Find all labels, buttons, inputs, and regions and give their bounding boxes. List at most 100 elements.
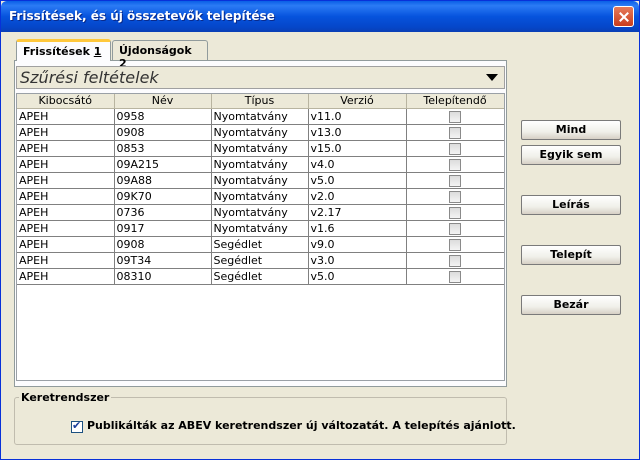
table-cell: Nyomtatvány (211, 156, 309, 173)
table-cell: v4.0 (308, 156, 407, 173)
tab-updates[interactable]: Frissítések 1 (16, 39, 111, 61)
table-cell: 09A215 (114, 156, 212, 173)
install-cell (406, 268, 504, 285)
install-button[interactable]: Telepít (521, 245, 621, 265)
column-header[interactable]: Verzió (308, 94, 407, 109)
close-button[interactable]: Bezár (521, 295, 621, 315)
table-cell: 0853 (114, 140, 212, 157)
triangle-down-icon[interactable] (486, 74, 498, 81)
table-cell: Nyomtatvány (211, 108, 309, 125)
tab-updates-key: 1 (93, 45, 102, 58)
install-checkbox[interactable] (449, 206, 461, 219)
install-checkbox[interactable] (449, 238, 461, 251)
table-cell: 0736 (114, 204, 212, 221)
table-cell: v13.0 (308, 124, 407, 141)
install-cell (406, 156, 504, 173)
table-row[interactable]: APEH 0917 Nyomtatvány v1.6 (17, 220, 504, 237)
table-row[interactable]: APEH 0958 Nyomtatvány v11.0 (17, 108, 504, 125)
tab-new[interactable]: Újdonságok 2 (112, 40, 208, 70)
table-header: Kibocsátó Név Típus Verzió Telepítendő (17, 94, 504, 109)
table-cell: APEH (17, 156, 115, 173)
install-checkbox[interactable] (449, 270, 461, 283)
table-cell: v1.6 (308, 220, 407, 237)
table-cell: v11.0 (308, 108, 407, 125)
table-cell: Segédlet (211, 268, 309, 285)
table-cell: Nyomtatvány (211, 220, 309, 237)
dialog-window: Frissítések, és új összetevők telepítése… (0, 0, 640, 460)
table-row[interactable]: APEH 0736 Nyomtatvány v2.17 (17, 204, 504, 221)
tab-new-label: Újdonságok (119, 44, 192, 57)
table-cell: Segédlet (211, 252, 309, 269)
column-header[interactable]: Típus (211, 94, 309, 109)
table-row[interactable]: APEH 09K70 Nyomtatvány v2.0 (17, 188, 504, 205)
column-header[interactable]: Telepítendő (406, 94, 504, 109)
table-cell: APEH (17, 204, 115, 221)
install-cell (406, 124, 504, 141)
install-cell (406, 204, 504, 221)
table-row[interactable]: APEH 0908 Nyomtatvány v13.0 (17, 124, 504, 141)
column-header[interactable]: Kibocsátó (17, 94, 115, 109)
framework-legend: Keretrendszer (19, 391, 112, 404)
table-cell: APEH (17, 124, 115, 141)
table-cell: 09K70 (114, 188, 212, 205)
table-cell: 09T34 (114, 252, 212, 269)
install-cell (406, 140, 504, 157)
install-cell (406, 252, 504, 269)
table-cell: 0917 (114, 220, 212, 237)
table-cell: APEH (17, 236, 115, 253)
table-row[interactable]: APEH 0908 Segédlet v9.0 (17, 236, 504, 253)
title-bar[interactable]: Frissítések, és új összetevők telepítése (1, 1, 639, 32)
table-cell: APEH (17, 268, 115, 285)
install-checkbox[interactable] (449, 142, 461, 155)
select-all-button[interactable]: Mind (521, 120, 621, 140)
table-cell: v9.0 (308, 236, 407, 253)
install-cell (406, 236, 504, 253)
table-cell: 0908 (114, 124, 212, 141)
table-cell: Segédlet (211, 236, 309, 253)
table-cell: 09A88 (114, 172, 212, 189)
table-cell: Nyomtatvány (211, 172, 309, 189)
install-checkbox[interactable] (449, 110, 461, 123)
table-row[interactable]: APEH 09A88 Nyomtatvány v5.0 (17, 172, 504, 189)
tab-updates-label: Frissítések (23, 45, 90, 58)
table-cell: v3.0 (308, 252, 407, 269)
table-cell: APEH (17, 220, 115, 237)
framework-checkbox[interactable] (71, 419, 83, 433)
install-cell (406, 188, 504, 205)
updates-table[interactable]: Kibocsátó Név Típus Verzió Telepítendő A… (16, 93, 505, 381)
table-cell: Nyomtatvány (211, 188, 309, 205)
table-cell: 0958 (114, 108, 212, 125)
install-checkbox[interactable] (449, 222, 461, 235)
description-button[interactable]: Leírás (521, 195, 621, 215)
table-cell: APEH (17, 252, 115, 269)
install-cell (406, 172, 504, 189)
select-none-button[interactable]: Egyik sem (521, 145, 621, 165)
install-checkbox[interactable] (449, 254, 461, 267)
table-row[interactable]: APEH 08310 Segédlet v5.0 (17, 268, 504, 285)
install-cell (406, 220, 504, 237)
table-cell: 08310 (114, 268, 212, 285)
close-icon[interactable] (613, 6, 634, 27)
column-header[interactable]: Név (114, 94, 212, 109)
framework-message: Publikálták az ABEV keretrendszer új vál… (87, 419, 516, 432)
table-row[interactable]: APEH 09T34 Segédlet v3.0 (17, 252, 504, 269)
install-checkbox[interactable] (449, 126, 461, 139)
install-checkbox[interactable] (449, 174, 461, 187)
table-row[interactable]: APEH 0853 Nyomtatvány v15.0 (17, 140, 504, 157)
table-cell: v5.0 (308, 172, 407, 189)
filter-title: Szűrési feltételek (20, 68, 159, 87)
table-cell: v2.17 (308, 204, 407, 221)
table-cell: APEH (17, 188, 115, 205)
table-cell: APEH (17, 172, 115, 189)
table-cell: APEH (17, 140, 115, 157)
install-checkbox[interactable] (449, 158, 461, 171)
table-cell: v5.0 (308, 268, 407, 285)
install-checkbox[interactable] (449, 190, 461, 203)
table-cell: Nyomtatvány (211, 204, 309, 221)
table-cell: APEH (17, 108, 115, 125)
filter-toggle[interactable]: Szűrési feltételek (16, 66, 505, 89)
table-row[interactable]: APEH 09A215 Nyomtatvány v4.0 (17, 156, 504, 173)
table-cell: Nyomtatvány (211, 140, 309, 157)
table-cell: v15.0 (308, 140, 407, 157)
table-cell: 0908 (114, 236, 212, 253)
